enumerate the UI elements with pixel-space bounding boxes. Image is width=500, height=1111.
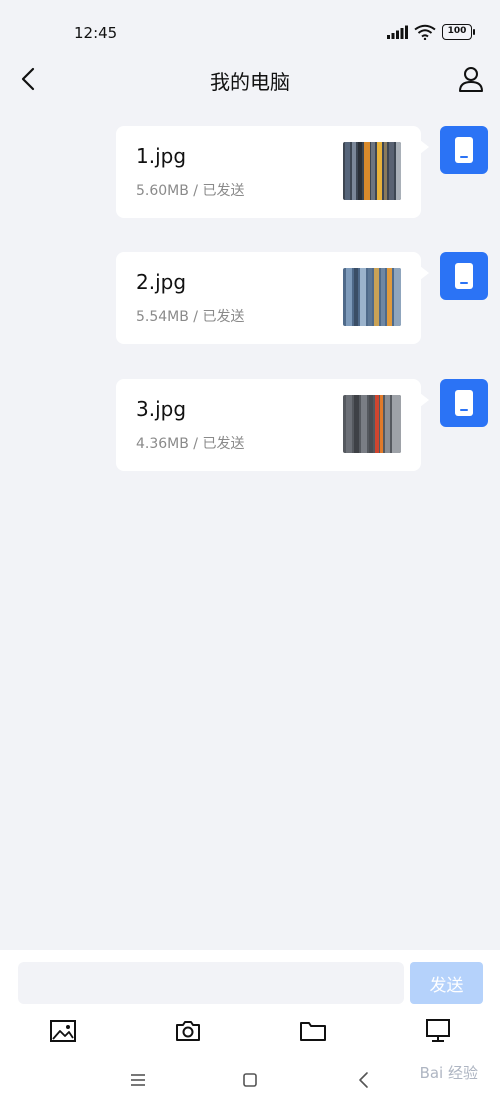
status-bar: 12:45 100 [0, 0, 500, 60]
file-name: 3.jpg [136, 397, 187, 421]
file-thumbnail[interactable] [343, 395, 401, 453]
phone-icon [455, 263, 473, 289]
file-thumbnail[interactable] [343, 142, 401, 200]
page-title: 我的电脑 [210, 70, 290, 94]
device-avatar[interactable] [440, 126, 488, 174]
profile-button[interactable] [456, 64, 486, 94]
status-icons: 100 [386, 24, 475, 40]
wifi-icon [414, 24, 436, 40]
device-avatar[interactable] [440, 379, 488, 427]
image-thumbnail [343, 268, 401, 326]
file-meta: 5.54MB / 已发送 [136, 309, 245, 325]
file-meta: 5.60MB / 已发送 [136, 183, 245, 199]
file-thumbnail[interactable] [343, 268, 401, 326]
file-bubble[interactable]: 2.jpg 5.54MB / 已发送 [116, 252, 429, 344]
phone-icon [455, 390, 473, 416]
home-square-icon [243, 1073, 257, 1087]
file-bubble[interactable]: 3.jpg 4.36MB / 已发送 [116, 379, 429, 471]
image-button[interactable] [48, 1016, 78, 1046]
camera-icon [176, 1021, 200, 1041]
signal-icon [387, 25, 408, 39]
file-name: 1.jpg [136, 144, 187, 168]
folder-button[interactable] [298, 1016, 328, 1046]
send-button[interactable]: 发送 [410, 962, 483, 1004]
message-item: 3.jpg 4.36MB / 已发送 [0, 379, 500, 471]
message-item: 1.jpg 5.60MB / 已发送 [0, 126, 500, 218]
back-nav-button[interactable] [354, 1070, 374, 1090]
status-time: 12:45 [74, 24, 118, 42]
watermark: Bai 经验 [419, 1064, 478, 1082]
computer-button[interactable] [423, 1016, 453, 1046]
device-avatar[interactable] [440, 252, 488, 300]
message-item: 2.jpg 5.54MB / 已发送 [0, 252, 500, 344]
home-nav-button[interactable] [240, 1070, 260, 1090]
user-icon [459, 67, 483, 92]
folder-icon [300, 1022, 326, 1041]
image-icon [50, 1020, 76, 1042]
file-name: 2.jpg [136, 270, 187, 294]
monitor-icon [426, 1019, 450, 1042]
phone-icon [455, 137, 473, 163]
camera-button[interactable] [173, 1016, 203, 1046]
image-thumbnail [343, 395, 401, 453]
menu-icon [131, 1074, 145, 1086]
file-meta: 4.36MB / 已发送 [136, 436, 245, 452]
battery-icon: 100 [442, 24, 475, 40]
file-bubble[interactable]: 1.jpg 5.60MB / 已发送 [116, 126, 429, 218]
menu-nav-button[interactable] [128, 1070, 148, 1090]
image-thumbnail [343, 142, 401, 200]
chevron-left-icon [359, 1072, 368, 1088]
header: 我的电脑 [0, 60, 500, 100]
message-input[interactable] [18, 962, 404, 1004]
